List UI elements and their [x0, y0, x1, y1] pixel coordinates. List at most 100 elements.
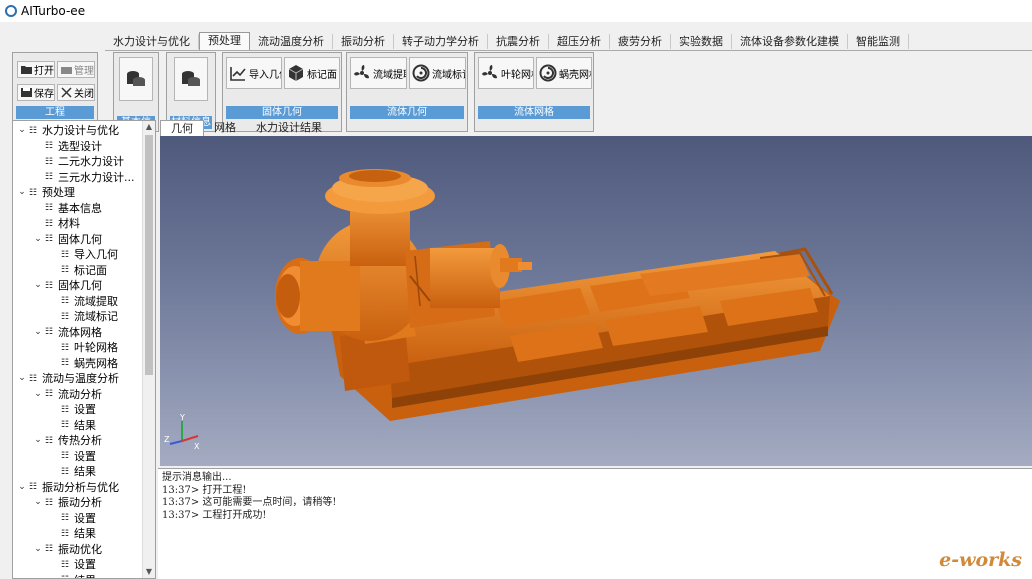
chevron-down-icon[interactable]: ⌄	[33, 232, 43, 247]
chevron-down-icon[interactable]: ⌄	[33, 495, 43, 510]
chevron-down-icon[interactable]: ⌄	[33, 325, 43, 340]
chevron-down-icon[interactable]: ⌄	[17, 185, 27, 200]
chevron-down-icon[interactable]: ⌄	[17, 480, 27, 495]
tree-item-label: 流体网格	[58, 325, 102, 339]
tree-item[interactable]: ⌄ ☷ 流动与温度分析	[17, 371, 119, 386]
tree-item[interactable]: ☷ 三元水力设计...	[33, 170, 135, 185]
ribbon-tab[interactable]: 实验数据	[671, 34, 732, 49]
volute-icon	[539, 64, 557, 82]
tree-item[interactable]: ☷结果	[49, 464, 96, 479]
tree-item[interactable]: ☷结果	[49, 573, 96, 579]
tree-item[interactable]: ☷ 蜗壳网格	[49, 356, 118, 371]
scroll-down-icon[interactable]: ▼	[143, 566, 155, 578]
impeller-icon	[354, 65, 369, 79]
3d-viewport[interactable]: Y X Z	[160, 136, 1032, 466]
project-tree: ⌄ ☷ 水力设计与优化 ☷ 选型设计 ☷ 二元水力设计 ☷ 三元水力设计... ⌄ ☷ 预处理 ☷ 基本信…	[12, 120, 156, 579]
tree-item[interactable]: ⌄ ☷ 振动分析	[33, 495, 102, 510]
tree-item-label: 振动分析	[58, 496, 102, 509]
axis-triad: Y X Z	[164, 413, 200, 451]
chevron-down-icon[interactable]: ⌄	[33, 542, 43, 557]
tree-node-icon: ☷	[29, 125, 38, 136]
view-tabs: 几何 网格 水力设计结果	[160, 120, 332, 136]
tree-item[interactable]: ☷ 选型设计	[33, 139, 102, 154]
tree-item[interactable]: ☷ 标记面	[49, 263, 107, 278]
impeller-mesh-button[interactable]: 叶轮网格	[478, 57, 534, 89]
tree-node-icon: ☷	[29, 482, 38, 492]
axis-y-label: Y	[179, 413, 185, 422]
tree-item[interactable]: ☷ 设置	[49, 511, 96, 526]
ribbon-tabs: 水力设计与优化 预处理 流动温度分析 振动分析 转子动力学分析 抗震分析 超压分析 疲劳分析实…	[105, 32, 909, 50]
ribbon-tab[interactable]: 转子动力学分析	[394, 34, 488, 49]
cube-icon	[288, 65, 304, 81]
mark-face-button[interactable]: 标记面	[284, 57, 340, 89]
ribbon-tab[interactable]: 抗震分析	[488, 34, 549, 49]
chevron-down-icon[interactable]: ⌄	[33, 433, 43, 448]
tree-item[interactable]: ⌄ ☷ 水力设计与优化	[17, 123, 119, 138]
tree-node-icon: ☷	[45, 389, 54, 399]
tree-node-icon: ☷	[45, 203, 54, 213]
manage-project-button[interactable]: 管理	[57, 61, 95, 78]
view-tab[interactable]: 网格	[204, 120, 246, 135]
scroll-thumb[interactable]	[145, 135, 153, 375]
tree-item-label: 传热分析	[58, 434, 102, 447]
ribbon-tab[interactable]: 超压分析	[549, 34, 610, 49]
tree-item[interactable]: ☷ 设置	[49, 557, 96, 572]
tree-item[interactable]: ☷ 设置	[49, 449, 96, 464]
basic-info-button[interactable]	[119, 57, 153, 101]
tree-item[interactable]: ☷ 材料	[33, 216, 80, 231]
tree-node-icon: ☷	[29, 187, 38, 198]
chevron-down-icon[interactable]: ⌄	[17, 123, 27, 138]
fluid-mesh-label: 流体网格	[478, 106, 590, 119]
tree-item[interactable]: ⌄ ☷ 流体网格	[33, 325, 102, 340]
tree-item[interactable]: ☷ 基本信息	[33, 201, 102, 216]
scroll-up-icon[interactable]: ▲	[143, 121, 155, 133]
tree-item[interactable]: ⌄ ☷ 固体几何	[33, 232, 102, 247]
material-info-button[interactable]	[174, 57, 208, 101]
tree-item[interactable]: ☷ 二元水力设计	[33, 154, 124, 169]
chevron-down-icon[interactable]: ⌄	[33, 387, 43, 402]
save-project-button[interactable]: 保存	[17, 84, 55, 101]
ribbon-tab[interactable]: 疲劳分析	[610, 34, 671, 49]
mark-fluid-domain-button[interactable]: 流域标记	[409, 57, 466, 89]
import-geometry-button[interactable]: 导入几何	[226, 57, 282, 89]
tree-item[interactable]: ☷ 叶轮网格	[49, 340, 118, 355]
project-group-label: 工程	[16, 106, 94, 119]
chevron-down-icon[interactable]: ⌄	[33, 278, 43, 293]
tree-scrollbar[interactable]: ▲ ▼	[142, 121, 155, 578]
ribbon-tab[interactable]: 流体设备参数化建模	[732, 34, 848, 49]
view-tab[interactable]: 水力设计结果	[246, 120, 332, 135]
tree-item[interactable]: ☷ 流域标记	[49, 309, 118, 324]
tree-item[interactable]: ⌄ ☷ 流动分析	[33, 387, 102, 402]
ribbon-tab[interactable]: 流动温度分析	[250, 34, 333, 49]
tree-item[interactable]: ⌄ ☷ 振动分析与优化	[17, 480, 119, 495]
ribbon-tab[interactable]: 水力设计与优化	[105, 34, 199, 49]
view-tab[interactable]: 几何	[160, 120, 204, 136]
tree-item-label: 标记面	[74, 263, 107, 277]
tree-item[interactable]: ☷ 设置	[49, 402, 96, 417]
ribbon-tab[interactable]: 预处理	[199, 32, 250, 50]
tree-node-icon: ☷	[61, 466, 70, 477]
tree-node-icon: ☷	[45, 234, 54, 244]
extract-fluid-domain-button[interactable]: 流域提取	[350, 57, 407, 89]
tree-node-icon: ☷	[61, 265, 70, 275]
tree-item[interactable]: ⌄ ☷ 传热分析	[33, 433, 102, 448]
tree-node-icon: ☷	[61, 420, 70, 430]
tree-item[interactable]: ⌄ ☷ 固体几何	[33, 278, 102, 293]
database-icon	[182, 71, 200, 86]
chevron-down-icon[interactable]: ⌄	[17, 371, 27, 386]
open-project-button[interactable]: 打开	[17, 61, 55, 78]
tree-item[interactable]: ☷结果	[49, 418, 96, 433]
tree-item[interactable]: ☷ 导入几何	[49, 247, 118, 262]
ribbon-tab[interactable]: 振动分析	[333, 34, 394, 49]
close-project-button[interactable]: 关闭	[57, 84, 95, 101]
volute-mesh-button[interactable]: 蜗壳网格	[536, 57, 592, 89]
tree-item[interactable]: ☷ 流域提取	[49, 294, 118, 309]
manage-icon	[61, 67, 72, 74]
tree-item-label: 流动与温度分析	[42, 372, 119, 385]
tree-item[interactable]: ⌄ ☷ 预处理	[17, 185, 75, 200]
console-line: 13:37> 打开工程!	[162, 484, 247, 496]
tree-item-label: 结果	[74, 527, 96, 540]
ribbon-tab[interactable]: 智能监测	[848, 34, 909, 49]
tree-item[interactable]: ☷结果	[49, 526, 96, 541]
tree-item[interactable]: ⌄ ☷ 振动优化	[33, 542, 102, 557]
